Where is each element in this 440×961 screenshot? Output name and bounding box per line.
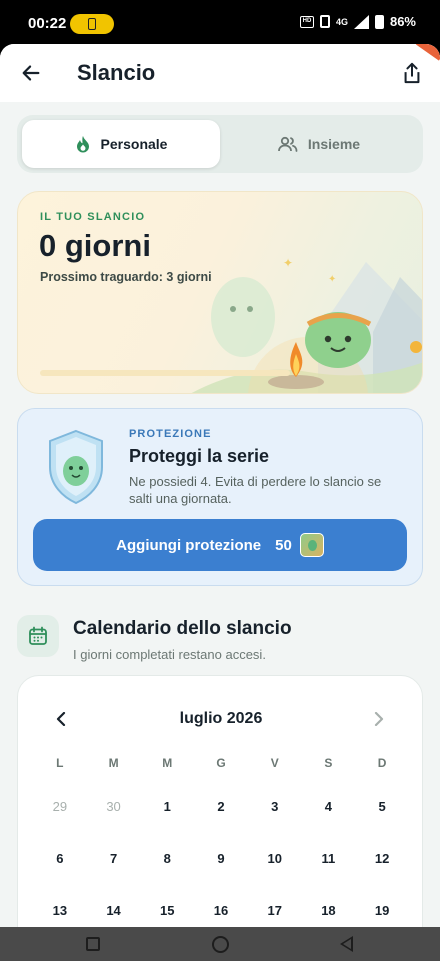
tab-personale[interactable]: Personale: [22, 120, 220, 168]
shield-mascot-icon: [49, 429, 103, 505]
weekday-header: D: [377, 756, 387, 770]
weekday-header: M: [162, 756, 173, 770]
app-screen: Slancio Personale Insieme ✦ ✦ IL TUO SLA…: [0, 44, 440, 927]
weekday-header: M: [108, 756, 119, 770]
streak-progress-bar: [40, 370, 290, 376]
calendar-day[interactable]: 11: [302, 832, 356, 884]
streak-card: ✦ ✦ IL TUO SLANCIO 0 giorni Prossimo tra…: [17, 191, 423, 394]
system-back-button[interactable]: [340, 936, 353, 952]
svg-text:✦: ✦: [328, 274, 336, 285]
page-title: Slancio: [77, 60, 156, 85]
system-nav-bar: [0, 927, 440, 961]
calendar-section-icon: [17, 615, 59, 657]
status-time: 00:22: [28, 15, 67, 32]
back-button[interactable]: [16, 58, 46, 88]
calendar-day[interactable]: 30: [87, 780, 141, 832]
calendar-grid: L M M G V S D 29 30 1 2 3 4 5 6 7 8 9 10 11 12 13 14 15 16 17 18 19: [33, 746, 409, 927]
chevron-right-icon: [374, 712, 384, 726]
weekday-header: G: [216, 756, 226, 770]
calendar-day[interactable]: 5: [355, 780, 409, 832]
calendar-section-title: Calendario dello slancio: [73, 618, 292, 639]
add-protection-label: Aggiungi protezione: [116, 536, 262, 554]
calendar-day[interactable]: 10: [248, 832, 302, 884]
tab-insieme[interactable]: Insieme: [220, 120, 418, 168]
next-milestone: Prossimo traguardo: 3 giorni: [40, 270, 212, 284]
next-month-button[interactable]: [366, 706, 392, 732]
calendar-day[interactable]: 29: [33, 780, 87, 832]
calendar-day[interactable]: 2: [194, 780, 248, 832]
vibrate-icon: [319, 15, 330, 28]
streak-eyebrow: IL TUO SLANCIO: [40, 211, 146, 223]
calendar-section-subtitle: I giorni completati restano accesi.: [73, 647, 266, 662]
calendar-day[interactable]: 8: [140, 832, 194, 884]
status-bar: 00:22 HD 4G 86%: [0, 0, 440, 44]
calendar-month: luglio 2026: [179, 710, 263, 727]
calendar-day[interactable]: 17: [248, 884, 302, 927]
mascot-campfire-illustration: ✦ ✦: [191, 256, 422, 393]
battery-percent: 86%: [389, 14, 416, 29]
calendar-day[interactable]: 19: [355, 884, 409, 927]
home-button[interactable]: [212, 936, 229, 953]
calendar-day[interactable]: 14: [87, 884, 141, 927]
calendar-day[interactable]: 6: [33, 832, 87, 884]
weekday-header: L: [56, 756, 64, 770]
calendar-day[interactable]: 13: [33, 884, 87, 927]
flame-icon: [76, 136, 89, 153]
protection-title: Proteggi la serie: [129, 446, 270, 466]
calendar-day[interactable]: 9: [194, 832, 248, 884]
people-icon: [278, 136, 298, 152]
app-bar: Slancio: [0, 44, 440, 102]
calendar-day[interactable]: 16: [194, 884, 248, 927]
network-type: 4G: [335, 16, 348, 27]
calendar-icon: [29, 626, 47, 645]
add-protection-button[interactable]: Aggiungi protezione 50: [33, 519, 407, 571]
protection-description: Ne possiedi 4. Evita di perdere lo slanc…: [129, 474, 382, 506]
protection-eyebrow: PROTEZIONE: [129, 428, 212, 440]
calendar-day[interactable]: 18: [302, 884, 356, 927]
calendar-day[interactable]: 12: [355, 832, 409, 884]
protection-price: 50: [275, 536, 292, 554]
calendar-day[interactable]: 1: [140, 780, 194, 832]
calendar-day[interactable]: 15: [140, 884, 194, 927]
svg-text:✦: ✦: [283, 256, 293, 270]
battery-saver-icon: [70, 14, 114, 34]
tab-label: Insieme: [307, 136, 361, 152]
calendar-day[interactable]: 4: [302, 780, 356, 832]
protection-card: PROTEZIONE Proteggi la serie Ne possiedi…: [17, 408, 423, 586]
battery-icon: [374, 14, 384, 29]
mode-switch: Personale Insieme: [17, 115, 423, 173]
weekday-header: V: [270, 756, 279, 770]
share-icon: [404, 62, 420, 84]
coin-icon: [299, 533, 324, 557]
arrow-left-icon: [22, 65, 40, 81]
signal-icon: [353, 14, 369, 29]
recents-button[interactable]: [86, 937, 100, 951]
streak-days: 0 giorni: [39, 228, 151, 263]
calendar-day[interactable]: 7: [87, 832, 141, 884]
calendar-day[interactable]: 3: [248, 780, 302, 832]
weekday-header: S: [324, 756, 333, 770]
share-button[interactable]: [396, 57, 428, 89]
tab-label: Personale: [100, 136, 168, 152]
streak-calendar: luglio 2026 L M M G V S D 29 30 1 2 3 4 5 6 7 8 9 10 11 12 13…: [17, 675, 423, 927]
hd-icon: HD: [299, 15, 314, 28]
